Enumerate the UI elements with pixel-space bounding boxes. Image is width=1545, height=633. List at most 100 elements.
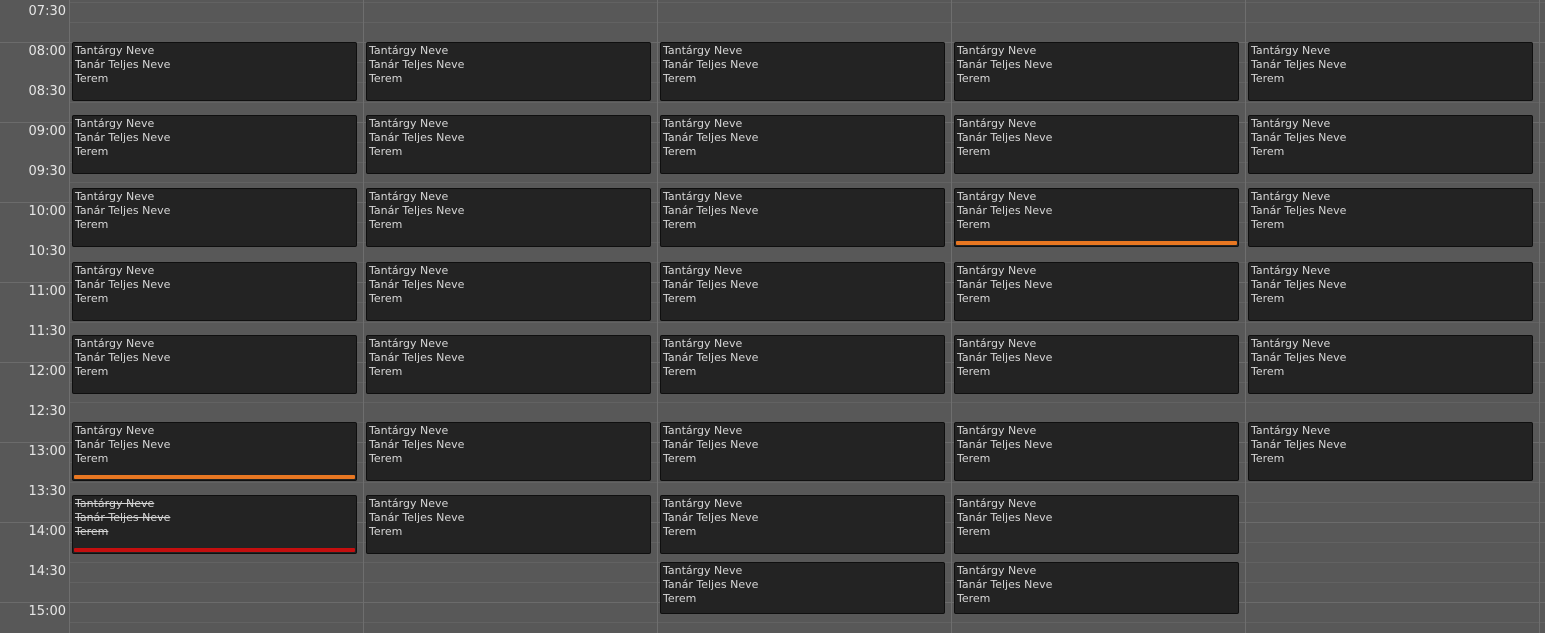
lesson-teacher: Tanár Teljes Neve [957, 351, 1053, 364]
lesson-room: Terem [75, 218, 109, 231]
lesson-room: Terem [369, 452, 403, 465]
lesson-card[interactable]: Tantárgy Neve Tanár Teljes Neve Terem [72, 262, 357, 321]
lesson-teacher: Tanár Teljes Neve [1251, 278, 1347, 291]
lesson-card[interactable]: Tantárgy Neve Tanár Teljes Neve Terem [1248, 262, 1533, 321]
lesson-changed-indicator [74, 475, 355, 479]
grid-subrow-line [70, 102, 1545, 103]
grid-column-line [69, 0, 70, 633]
lesson-subject: Tantárgy Neve [1251, 44, 1331, 57]
lesson-subject: Tantárgy Neve [957, 564, 1037, 577]
lesson-card[interactable]: Tantárgy Neve Tanár Teljes Neve Terem [954, 562, 1239, 614]
lesson-room: Terem [957, 452, 991, 465]
time-label: 13:00 [28, 444, 66, 459]
lesson-card[interactable]: Tantárgy Neve Tanár Teljes Neve Terem [366, 262, 651, 321]
lesson-subject: Tantárgy Neve [369, 497, 449, 510]
lesson-card[interactable]: Tantárgy Neve Tanár Teljes Neve Terem [72, 495, 357, 554]
lesson-subject: Tantárgy Neve [663, 424, 743, 437]
lesson-subject: Tantárgy Neve [1251, 264, 1331, 277]
lesson-card[interactable]: Tantárgy Neve Tanár Teljes Neve Terem [72, 42, 357, 101]
time-label: 08:00 [28, 44, 66, 59]
lesson-card[interactable]: Tantárgy Neve Tanár Teljes Neve Terem [366, 335, 651, 394]
lesson-subject: Tantárgy Neve [75, 497, 155, 510]
lesson-card[interactable]: Tantárgy Neve Tanár Teljes Neve Terem [660, 562, 945, 614]
lesson-card[interactable]: Tantárgy Neve Tanár Teljes Neve Terem [72, 115, 357, 174]
lesson-room: Terem [663, 292, 697, 305]
lesson-card[interactable]: Tantárgy Neve Tanár Teljes Neve Terem [660, 262, 945, 321]
time-label: 14:30 [28, 564, 66, 579]
lesson-subject: Tantárgy Neve [1251, 190, 1331, 203]
lesson-teacher: Tanár Teljes Neve [369, 204, 465, 217]
lesson-subject: Tantárgy Neve [75, 117, 155, 130]
time-label: 13:30 [28, 484, 66, 499]
lesson-teacher: Tanár Teljes Neve [663, 511, 759, 524]
grid-column-line [363, 0, 364, 633]
lesson-card[interactable]: Tantárgy Neve Tanár Teljes Neve Terem [72, 335, 357, 394]
lesson-teacher: Tanár Teljes Neve [957, 278, 1053, 291]
time-label: 09:00 [28, 124, 66, 139]
lesson-card[interactable]: Tantárgy Neve Tanár Teljes Neve Terem [660, 495, 945, 554]
lesson-card[interactable]: Tantárgy Neve Tanár Teljes Neve Terem [1248, 422, 1533, 481]
lesson-room: Terem [663, 72, 697, 85]
lesson-room: Terem [663, 452, 697, 465]
lesson-subject: Tantárgy Neve [663, 337, 743, 350]
lesson-teacher: Tanár Teljes Neve [663, 131, 759, 144]
lesson-room: Terem [369, 292, 403, 305]
lesson-room: Terem [369, 145, 403, 158]
lesson-card[interactable]: Tantárgy Neve Tanár Teljes Neve Terem [72, 188, 357, 247]
lesson-card[interactable]: Tantárgy Neve Tanár Teljes Neve Terem [954, 422, 1239, 481]
lesson-teacher: Tanár Teljes Neve [663, 278, 759, 291]
lesson-card[interactable]: Tantárgy Neve Tanár Teljes Neve Terem [660, 115, 945, 174]
lesson-card[interactable]: Tantárgy Neve Tanár Teljes Neve Terem [366, 495, 651, 554]
lesson-card[interactable]: Tantárgy Neve Tanár Teljes Neve Terem [954, 42, 1239, 101]
lesson-card[interactable]: Tantárgy Neve Tanár Teljes Neve Terem [366, 42, 651, 101]
time-label: 15:00 [28, 604, 66, 619]
lesson-card[interactable]: Tantárgy Neve Tanár Teljes Neve Terem [954, 495, 1239, 554]
lesson-card[interactable]: Tantárgy Neve Tanár Teljes Neve Terem [954, 188, 1239, 247]
time-label: 11:30 [28, 324, 66, 339]
lesson-card[interactable]: Tantárgy Neve Tanár Teljes Neve Terem [660, 42, 945, 101]
lesson-room: Terem [1251, 452, 1285, 465]
time-label: 14:00 [28, 524, 66, 539]
lesson-room: Terem [957, 525, 991, 538]
lesson-teacher: Tanár Teljes Neve [1251, 204, 1347, 217]
lesson-teacher: Tanár Teljes Neve [369, 278, 465, 291]
lesson-teacher: Tanár Teljes Neve [663, 58, 759, 71]
lesson-subject: Tantárgy Neve [663, 44, 743, 57]
lesson-card[interactable]: Tantárgy Neve Tanár Teljes Neve Terem [660, 335, 945, 394]
lesson-teacher: Tanár Teljes Neve [1251, 131, 1347, 144]
lesson-teacher: Tanár Teljes Neve [957, 578, 1053, 591]
lesson-card[interactable]: Tantárgy Neve Tanár Teljes Neve Terem [954, 262, 1239, 321]
lesson-teacher: Tanár Teljes Neve [75, 511, 171, 524]
lesson-room: Terem [75, 292, 109, 305]
lesson-card[interactable]: Tantárgy Neve Tanár Teljes Neve Terem [660, 188, 945, 247]
time-label: 10:30 [28, 244, 66, 259]
time-label: 12:00 [28, 364, 66, 379]
lesson-card[interactable]: Tantárgy Neve Tanár Teljes Neve Terem [366, 188, 651, 247]
lesson-room: Terem [957, 145, 991, 158]
lesson-subject: Tantárgy Neve [957, 264, 1037, 277]
lesson-teacher: Tanár Teljes Neve [663, 578, 759, 591]
lesson-cancelled-indicator [74, 548, 355, 552]
lesson-card[interactable]: Tantárgy Neve Tanár Teljes Neve Terem [366, 115, 651, 174]
lesson-card[interactable]: Tantárgy Neve Tanár Teljes Neve Terem [1248, 188, 1533, 247]
timetable-calendar: 07:30 08:00 08:30 09:00 09:30 10:00 10:30 11:00… [0, 0, 1545, 633]
lesson-room: Terem [75, 145, 109, 158]
lesson-subject: Tantárgy Neve [663, 117, 743, 130]
lesson-subject: Tantárgy Neve [1251, 424, 1331, 437]
lesson-teacher: Tanár Teljes Neve [663, 351, 759, 364]
lesson-card[interactable]: Tantárgy Neve Tanár Teljes Neve Terem [954, 335, 1239, 394]
lesson-room: Terem [1251, 218, 1285, 231]
lesson-teacher: Tanár Teljes Neve [369, 58, 465, 71]
lesson-room: Terem [663, 145, 697, 158]
lesson-card[interactable]: Tantárgy Neve Tanár Teljes Neve Terem [1248, 42, 1533, 101]
lesson-card[interactable]: Tantárgy Neve Tanár Teljes Neve Terem [366, 422, 651, 481]
lesson-card[interactable]: Tantárgy Neve Tanár Teljes Neve Terem [954, 115, 1239, 174]
lesson-room: Terem [75, 525, 109, 538]
lesson-card[interactable]: Tantárgy Neve Tanár Teljes Neve Terem [660, 422, 945, 481]
lesson-subject: Tantárgy Neve [75, 424, 155, 437]
lesson-subject: Tantárgy Neve [957, 337, 1037, 350]
lesson-card[interactable]: Tantárgy Neve Tanár Teljes Neve Terem [72, 422, 357, 481]
lesson-card[interactable]: Tantárgy Neve Tanár Teljes Neve Terem [1248, 115, 1533, 174]
lesson-room: Terem [957, 218, 991, 231]
lesson-card[interactable]: Tantárgy Neve Tanár Teljes Neve Terem [1248, 335, 1533, 394]
